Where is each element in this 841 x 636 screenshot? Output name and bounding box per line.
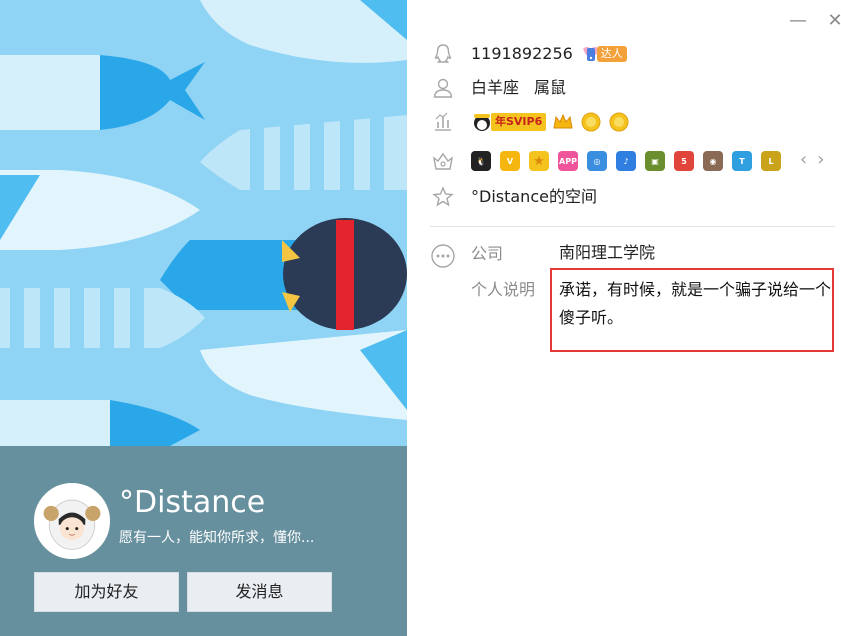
l-badge-icon[interactable]: L [761,151,781,171]
avatar[interactable] [34,483,110,559]
qq-penguin-badge-icon[interactable]: 🐧 [471,151,491,171]
talent-badge[interactable]: 达人 [581,43,627,65]
person-icon [430,75,456,101]
chinese-zodiac: 属鼠 [534,78,567,97]
star-badge-icon[interactable]: ★ [529,151,549,171]
qq-number: 1191892256 [471,44,573,63]
star-icon [430,184,456,210]
left-panel: °Distance 愿有一人，能知你所求，懂你... 加为好友 发消息 [0,0,407,636]
qzone-link[interactable]: °Distance的空间 [471,186,597,208]
vip-penguin-icon [474,114,490,131]
zodiac-row: 白羊座 属鼠 [430,74,566,102]
cow-icon[interactable]: ◉ [703,151,723,171]
description-value: 承诺，有时候，就是一个骗子说给一个傻子听。 [559,280,832,327]
qq-number-row: 1191892256 达人 [430,40,627,68]
close-button[interactable]: ✕ [822,8,841,34]
nickname: °Distance [119,485,266,520]
crown-level-icon[interactable] [552,111,574,133]
talent-label: 达人 [596,46,627,62]
level-chart-icon [430,109,456,135]
qzone-row[interactable]: °Distance的空间 [430,183,597,211]
add-friend-button[interactable]: 加为好友 [34,572,179,612]
signature: 愿有一人，能知你所求，懂你... [119,530,315,546]
chevron-left-icon[interactable]: ‹ [800,150,807,170]
zodiac: 白羊座 [471,78,520,97]
chevron-right-icon[interactable]: › [817,150,824,170]
svip-label: 年SVIP6 [491,113,547,131]
cover-art [0,0,407,446]
app-nav: ‹ › [800,150,824,170]
qq-penguin-icon [430,41,456,67]
app-badge-list: 🐧 V ★ APP ◎ ♪ ▣ 5 ◉ T L [471,151,790,171]
more-dots-icon[interactable] [430,243,456,269]
camera-icon[interactable]: ◎ [587,151,607,171]
description-label: 个人说明 [471,280,536,299]
apps-row: 🐧 V ★ APP ◎ ♪ ▣ 5 ◉ T L [430,147,790,175]
shield-t-icon[interactable]: T [732,151,752,171]
svip-badge[interactable]: 年SVIP6 [471,112,547,132]
send-message-button[interactable]: 发消息 [187,572,332,612]
description-box: 承诺，有时候，就是一个骗子说给一个傻子听。 [550,268,834,352]
app-tag-icon[interactable]: APP [558,151,578,171]
minimize-button[interactable]: — [785,8,811,34]
music-icon[interactable]: ♪ [616,151,636,171]
crown-apps-icon [430,148,456,174]
company-label: 公司 [471,244,504,263]
company-value: 南阳理工学院 [559,243,656,262]
divider [430,226,835,227]
sun-level-icon-2[interactable] [608,111,630,133]
game-5-icon[interactable]: 5 [674,151,694,171]
gift-box-icon[interactable]: ▣ [645,151,665,171]
level-row: 年SVIP6 [430,108,630,136]
sun-level-icon[interactable] [580,111,602,133]
vip-ticket-icon[interactable]: V [500,151,520,171]
